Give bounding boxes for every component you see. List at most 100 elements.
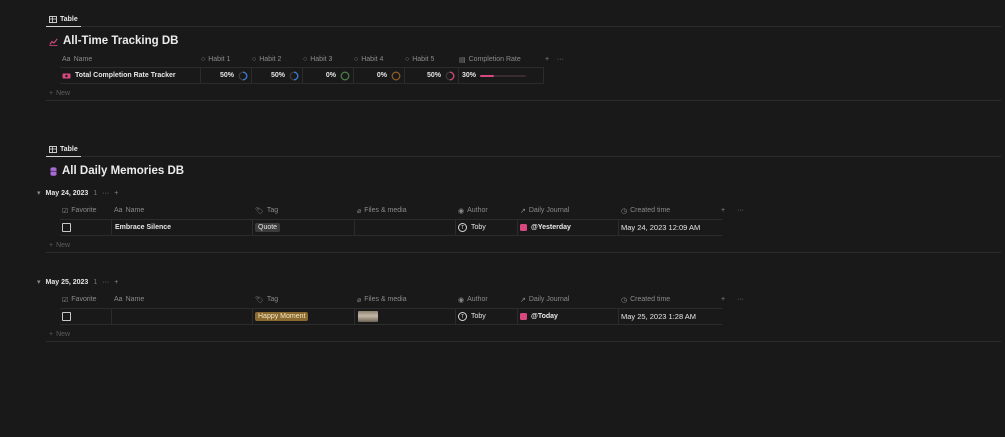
created-time-cell: May 24, 2023 12:09 AM — [621, 223, 701, 232]
column-header-author[interactable]: ◉ Author — [456, 203, 518, 218]
add-property-button[interactable]: + — [721, 203, 737, 218]
plus-icon: + — [49, 330, 54, 338]
column-header-files[interactable]: ⌀ Files & media — [355, 203, 456, 218]
habit-4-cell[interactable]: 0% — [354, 67, 405, 84]
image-thumbnail[interactable] — [358, 311, 378, 322]
divider — [46, 252, 1001, 253]
more-options-button[interactable]: ··· — [557, 52, 569, 67]
database-title[interactable]: All-Time Tracking DB — [49, 35, 178, 47]
checkbox-property-icon: ☑ — [62, 296, 69, 304]
files-cell[interactable] — [355, 308, 456, 325]
group-header[interactable]: ▾ May 25, 2023 1 ··· + — [37, 275, 118, 289]
row-name-cell[interactable]: Total Completion Rate Tracker — [60, 67, 201, 84]
completion-rate-cell[interactable]: 30% — [459, 67, 544, 84]
files-cell[interactable] — [355, 219, 456, 236]
table-header: ☑ Favorite Aa Name 🏷 Tag ⌀ Files & media ◉ Au… — [60, 292, 749, 307]
table-icon — [49, 16, 57, 23]
table-view-tab[interactable]: Table — [46, 143, 81, 157]
author-cell[interactable]: T Toby — [456, 219, 518, 236]
group-label: May 24, 2023 — [45, 189, 89, 197]
column-header-habit-5[interactable]: ○ Habit 5 — [405, 52, 459, 67]
column-header-tag[interactable]: 🏷 Tag — [253, 203, 355, 218]
column-header-habit-1[interactable]: ○ Habit 1 — [201, 52, 252, 67]
column-header-daily-journal[interactable]: ↗ Daily Journal — [518, 203, 619, 218]
column-header-favorite[interactable]: ☑ Favorite — [60, 292, 112, 307]
column-header-files[interactable]: ⌀ Files & media — [355, 292, 456, 307]
text-property-icon: Aa — [114, 207, 123, 214]
column-header-tag[interactable]: 🏷 Tag — [253, 292, 355, 307]
column-header-created-time[interactable]: ◷ Created time — [619, 292, 721, 307]
habit-2-cell[interactable]: 50% — [252, 67, 303, 84]
habit-1-cell[interactable]: 50% — [201, 67, 252, 84]
progress-ring — [391, 71, 401, 80]
database-title-text: All-Time Tracking DB — [63, 35, 179, 47]
new-row-button[interactable]: + New — [49, 238, 70, 252]
column-header-name[interactable]: Aa Name — [60, 52, 201, 67]
column-header-name[interactable]: Aa Name — [112, 292, 253, 307]
new-row-button[interactable]: + New — [49, 327, 70, 341]
group-header[interactable]: ▾ May 24, 2023 1 ··· + — [37, 186, 118, 200]
table-view-tab[interactable]: Table — [46, 13, 81, 27]
ellipsis-icon[interactable]: ··· — [102, 279, 109, 286]
completion-progress-fill — [480, 74, 494, 77]
plus-icon: + — [721, 296, 726, 303]
column-header-author[interactable]: ◉ Author — [456, 292, 518, 307]
favorite-checkbox[interactable] — [62, 312, 71, 321]
column-header-created-time[interactable]: ◷ Created time — [619, 203, 721, 218]
clock-icon: ◷ — [621, 207, 628, 215]
more-options-button[interactable]: ··· — [737, 203, 749, 218]
daily-journal-cell[interactable]: @Today — [518, 308, 619, 325]
calendar-icon — [520, 313, 527, 320]
progress-ring-track — [340, 71, 350, 80]
tag-cell[interactable]: Happy Moment — [253, 308, 355, 325]
plus-icon[interactable]: + — [114, 190, 118, 197]
column-header-habit-3[interactable]: ○ Habit 3 — [303, 52, 354, 67]
tag-cell[interactable]: Quote — [253, 219, 355, 236]
column-header-daily-journal[interactable]: ↗ Daily Journal — [518, 292, 619, 307]
new-row-button[interactable]: + New — [49, 86, 70, 100]
table-header: Aa Name ○ Habit 1 ○ Habit 2 ○ Habit 3 ○ Habit… — [60, 52, 569, 67]
habit-3-cell[interactable]: 0% — [303, 67, 354, 84]
ellipsis-icon[interactable]: ··· — [102, 190, 109, 197]
column-header-habit-4[interactable]: ○ Habit 4 — [354, 52, 405, 67]
progress-ring — [445, 71, 455, 80]
author-cell[interactable]: T Toby — [456, 308, 518, 325]
daily-journal-cell[interactable]: @Yesterday — [518, 219, 619, 236]
row-name: Total Completion Rate Tracker — [75, 72, 176, 79]
group-count: 1 — [93, 189, 98, 197]
tag-icon: 🏷 — [255, 207, 264, 215]
table-row[interactable]: Happy Moment T Toby @Today May 25, 2023 1… — [60, 308, 722, 325]
add-property-button[interactable]: + — [721, 292, 737, 307]
database-icon — [50, 166, 57, 176]
database-title[interactable]: All Daily Memories DB — [50, 165, 184, 177]
created-time-cell: May 25, 2023 1:28 AM — [621, 312, 697, 321]
column-header-completion-rate[interactable]: ▤ Completion Rate — [459, 52, 545, 67]
caret-down-icon[interactable]: ▾ — [37, 278, 41, 286]
name-cell[interactable] — [112, 308, 253, 325]
progress-ring-track — [391, 71, 401, 80]
rollup-icon: ▤ — [459, 56, 466, 64]
more-options-button[interactable]: ··· — [737, 292, 749, 307]
table-row[interactable]: Total Completion Rate Tracker 50% 50% 0%… — [60, 67, 544, 84]
plus-icon[interactable]: + — [114, 279, 118, 286]
progress-ring — [289, 71, 299, 80]
table-header: ☑ Favorite Aa Name 🏷 Tag ⌀ Files & media ◉ Au… — [60, 203, 749, 218]
tag-chip: Quote — [255, 223, 281, 232]
row-name: Embrace Silence — [115, 224, 172, 231]
caret-down-icon[interactable]: ▾ — [37, 189, 41, 197]
formula-icon: ○ — [201, 56, 206, 63]
checkbox-property-icon: ☑ — [62, 207, 69, 215]
formula-icon: ○ — [303, 56, 308, 63]
avatar: T — [458, 223, 467, 232]
column-header-name[interactable]: Aa Name — [112, 203, 253, 218]
column-header-favorite[interactable]: ☑ Favorite — [60, 203, 112, 218]
column-header-habit-2[interactable]: ○ Habit 2 — [252, 52, 303, 67]
name-cell[interactable]: Embrace Silence — [60, 219, 253, 236]
database-title-text: All Daily Memories DB — [62, 165, 185, 177]
add-property-button[interactable]: + — [545, 52, 557, 67]
habit-5-cell[interactable]: 50% — [405, 67, 459, 84]
table-row[interactable]: Embrace Silence Quote T Toby @Yesterday M… — [60, 219, 722, 236]
favorite-cell[interactable] — [60, 308, 112, 325]
table-icon — [49, 146, 57, 153]
completion-progress-bar — [480, 74, 527, 77]
